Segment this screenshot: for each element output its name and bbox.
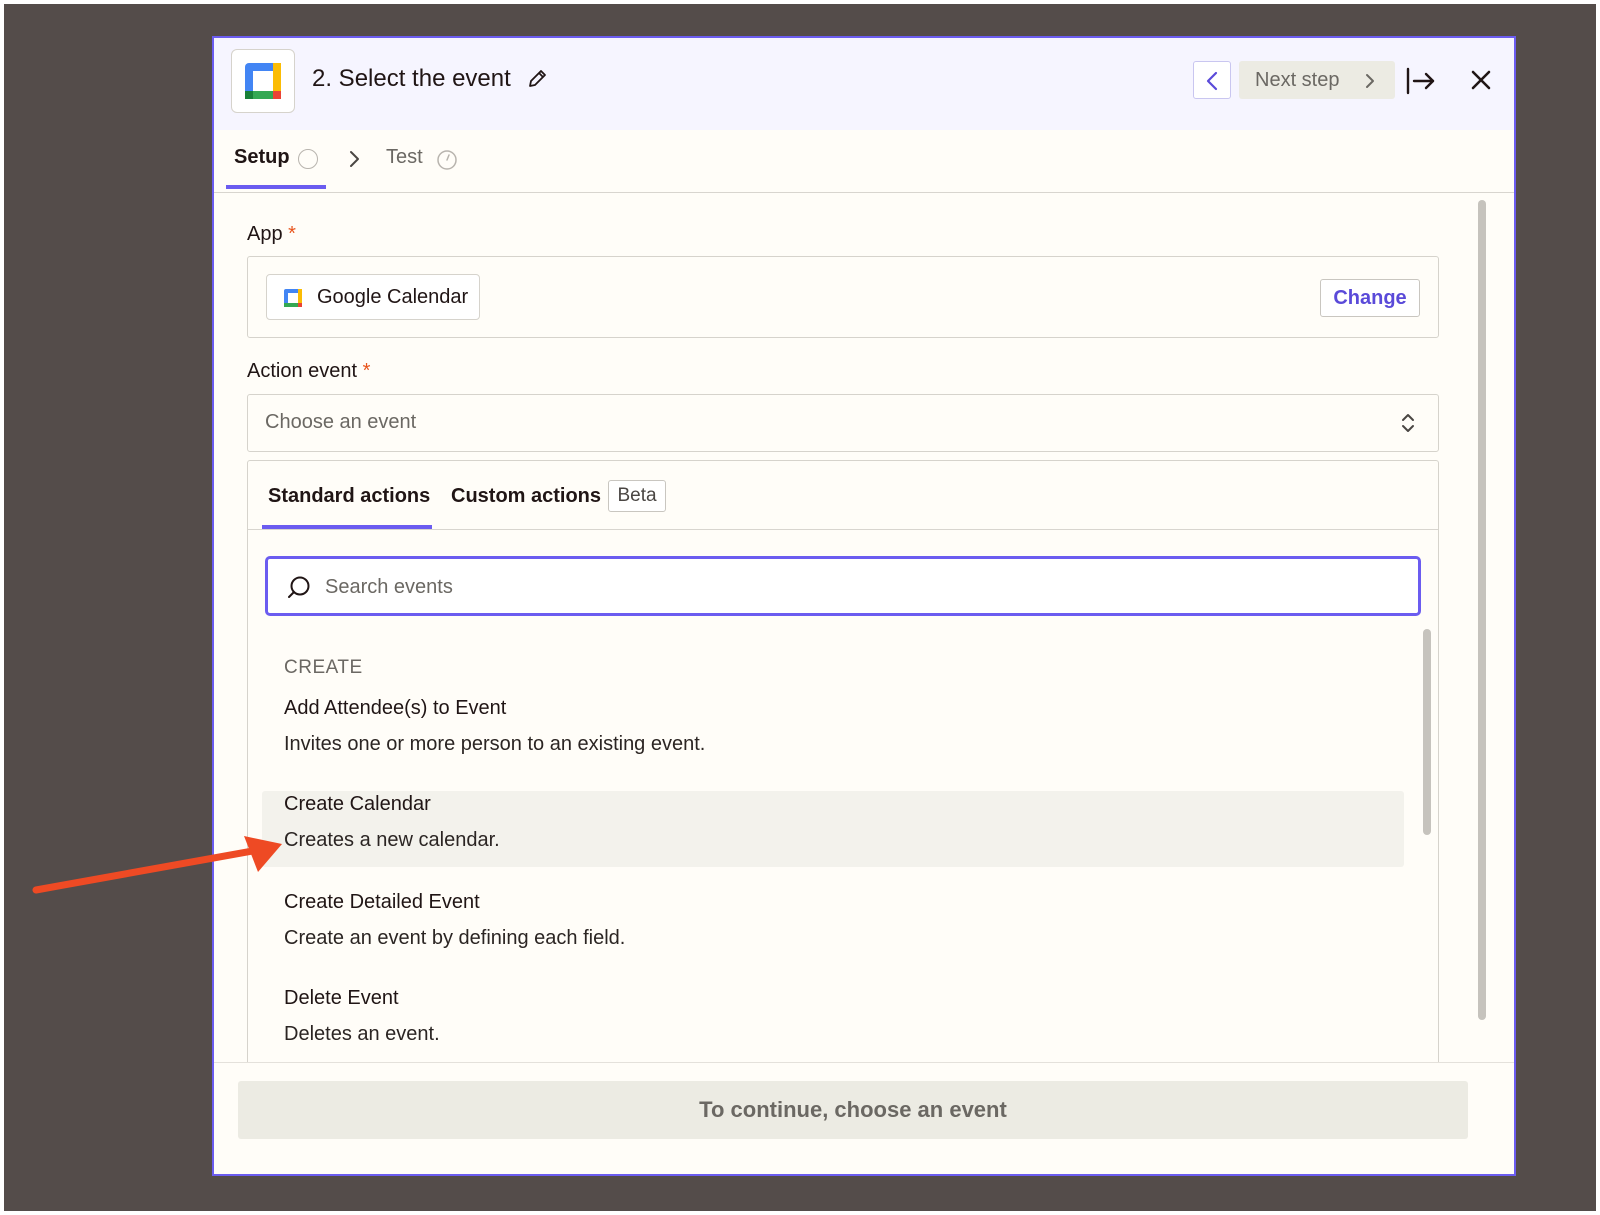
chevron-left-icon bbox=[1206, 71, 1218, 91]
search-input[interactable] bbox=[323, 571, 1227, 603]
search-events-field[interactable] bbox=[265, 556, 1421, 616]
tab-setup-indicator bbox=[226, 185, 326, 189]
list-item[interactable]: Delete Event Deletes an event. bbox=[262, 987, 1404, 1063]
next-step-button[interactable]: Next step bbox=[1239, 61, 1395, 99]
pencil-icon[interactable] bbox=[526, 68, 548, 90]
annotation-arrow bbox=[32, 836, 282, 894]
change-app-button[interactable]: Change bbox=[1320, 279, 1420, 317]
close-icon[interactable] bbox=[1470, 69, 1492, 91]
action-event-placeholder: Choose an event bbox=[265, 411, 417, 433]
step-tabs: Setup Test bbox=[214, 130, 1514, 193]
section-header-create: CREATE bbox=[284, 657, 363, 678]
event-description: Creates a new calendar. bbox=[284, 829, 500, 851]
panel-scrollbar-thumb[interactable] bbox=[1478, 200, 1486, 1020]
event-title: Create Calendar bbox=[284, 793, 431, 815]
timer-icon bbox=[437, 150, 457, 170]
event-description: Invites one or more person to an existin… bbox=[284, 733, 706, 755]
tab-setup[interactable]: Setup bbox=[234, 146, 290, 169]
next-step-label: Next step bbox=[1255, 69, 1340, 91]
app-field: Google Calendar Change bbox=[247, 256, 1439, 338]
panel-header: 2. Select the event Next step bbox=[214, 38, 1514, 130]
dropdown-tabs: Standard actions Custom actions Beta bbox=[248, 461, 1438, 530]
event-title: Add Attendee(s) to Event bbox=[284, 697, 507, 719]
previous-step-button[interactable] bbox=[1193, 61, 1231, 99]
tab-test[interactable]: Test bbox=[386, 146, 423, 169]
tab-custom-actions[interactable]: Custom actions bbox=[451, 485, 601, 508]
chevron-right-icon bbox=[1366, 74, 1374, 88]
selected-app-chip: Google Calendar bbox=[266, 274, 480, 320]
chevron-up-down-icon bbox=[1402, 414, 1414, 432]
app-field-label: App * bbox=[247, 223, 296, 245]
action-event-select[interactable]: Choose an event bbox=[247, 394, 1439, 452]
selected-app-name: Google Calendar bbox=[317, 286, 469, 308]
dropdown-scrollbar-thumb[interactable] bbox=[1423, 629, 1431, 835]
beta-badge: Beta bbox=[608, 480, 666, 512]
search-icon bbox=[288, 576, 310, 598]
chevron-right-icon bbox=[350, 151, 359, 167]
event-title: Create Detailed Event bbox=[284, 891, 480, 913]
step-editor-panel: 2. Select the event Next step Setup Test… bbox=[212, 36, 1516, 1176]
list-item[interactable]: Add Attendee(s) to Event Invites one or … bbox=[262, 697, 1404, 773]
google-calendar-icon bbox=[245, 63, 281, 99]
event-description: Deletes an event. bbox=[284, 1023, 440, 1045]
action-event-label: Action event * bbox=[247, 360, 371, 382]
panel-footer: To continue, choose an event bbox=[214, 1062, 1514, 1174]
event-description: Create an event by defining each field. bbox=[284, 927, 626, 949]
page-title: 2. Select the event bbox=[312, 65, 511, 92]
tab-standard-indicator bbox=[262, 525, 432, 529]
list-item[interactable]: Create Calendar Creates a new calendar. bbox=[262, 791, 1404, 867]
event-title: Delete Event bbox=[284, 987, 399, 1009]
continue-button[interactable]: To continue, choose an event bbox=[238, 1081, 1468, 1139]
app-tile bbox=[231, 49, 295, 113]
list-item[interactable]: Create Detailed Event Create an event by… bbox=[262, 891, 1404, 967]
tab-standard-actions[interactable]: Standard actions bbox=[268, 485, 430, 508]
expand-panel-icon[interactable] bbox=[1405, 66, 1437, 96]
google-calendar-icon bbox=[284, 289, 302, 307]
circle-status-icon bbox=[298, 149, 318, 169]
